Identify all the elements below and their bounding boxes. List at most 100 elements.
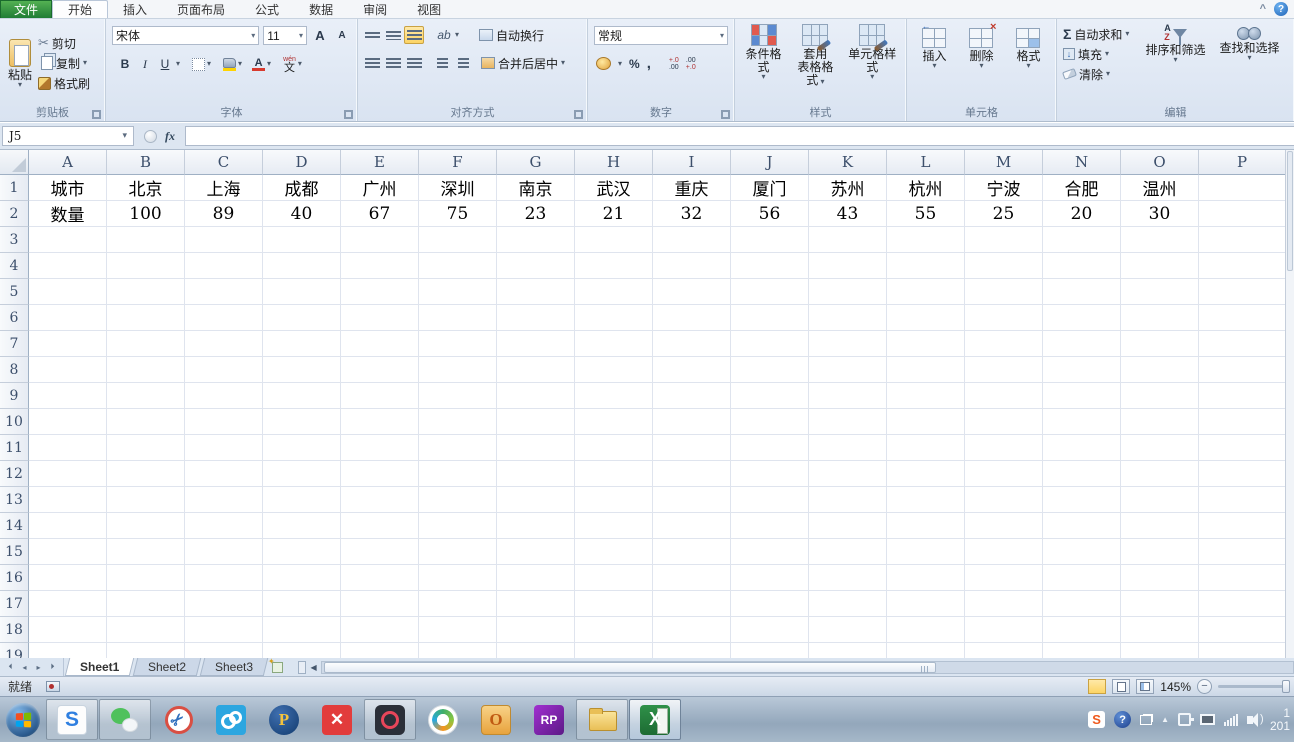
cell-K17[interactable] bbox=[809, 591, 887, 617]
cell-F14[interactable] bbox=[419, 513, 497, 539]
axure-rp-taskbar-button[interactable]: RP bbox=[523, 699, 575, 740]
cell-O3[interactable] bbox=[1121, 227, 1199, 253]
cell-H5[interactable] bbox=[575, 279, 653, 305]
cell-G16[interactable] bbox=[497, 565, 575, 591]
underline-caret-icon[interactable]: ▾ bbox=[176, 60, 180, 68]
column-header-J[interactable]: J bbox=[731, 150, 809, 175]
cell-J1[interactable]: 厦门 bbox=[731, 175, 809, 201]
cell-L11[interactable] bbox=[887, 435, 965, 461]
cell-L8[interactable] bbox=[887, 357, 965, 383]
cell-L2[interactable]: 55 bbox=[887, 201, 965, 227]
column-header-G[interactable]: G bbox=[497, 150, 575, 175]
fill-color-button[interactable] bbox=[223, 57, 237, 71]
row-header-2[interactable]: 2 bbox=[0, 201, 29, 227]
row-header-16[interactable]: 16 bbox=[0, 565, 29, 591]
clock[interactable]: 1 201 bbox=[1268, 707, 1290, 733]
cell-F17[interactable] bbox=[419, 591, 497, 617]
cell-N13[interactable] bbox=[1043, 487, 1121, 513]
cell-A16[interactable] bbox=[29, 565, 107, 591]
cell-L6[interactable] bbox=[887, 305, 965, 331]
cell-D6[interactable] bbox=[263, 305, 341, 331]
cell-E4[interactable] bbox=[341, 253, 419, 279]
cell-I1[interactable]: 重庆 bbox=[653, 175, 731, 201]
screenshot-tool-taskbar-button[interactable] bbox=[152, 699, 204, 740]
cell-K2[interactable]: 43 bbox=[809, 201, 887, 227]
insert-function-icon[interactable]: fx bbox=[165, 129, 175, 144]
cell-H18[interactable] bbox=[575, 617, 653, 643]
network-monitor-icon[interactable] bbox=[1200, 714, 1215, 725]
conditional-formatting-button[interactable]: 条件格式 ▾ bbox=[739, 22, 788, 82]
cell-P16[interactable] bbox=[1199, 565, 1286, 591]
cell-G6[interactable] bbox=[497, 305, 575, 331]
cell-E18[interactable] bbox=[341, 617, 419, 643]
cell-I8[interactable] bbox=[653, 357, 731, 383]
cell-J16[interactable] bbox=[731, 565, 809, 591]
cell-I11[interactable] bbox=[653, 435, 731, 461]
cell-M8[interactable] bbox=[965, 357, 1043, 383]
cell-J2[interactable]: 56 bbox=[731, 201, 809, 227]
cell-O1[interactable]: 温州 bbox=[1121, 175, 1199, 201]
cell-A1[interactable]: 城市 bbox=[29, 175, 107, 201]
cell-C11[interactable] bbox=[185, 435, 263, 461]
cell-C5[interactable] bbox=[185, 279, 263, 305]
cell-N10[interactable] bbox=[1043, 409, 1121, 435]
cell-H9[interactable] bbox=[575, 383, 653, 409]
powerdesigner-taskbar-button[interactable]: P bbox=[258, 699, 310, 740]
cell-C2[interactable]: 89 bbox=[185, 201, 263, 227]
screen-recorder-taskbar-button[interactable] bbox=[364, 699, 416, 740]
column-header-L[interactable]: L bbox=[887, 150, 965, 175]
cell-N12[interactable] bbox=[1043, 461, 1121, 487]
cell-P13[interactable] bbox=[1199, 487, 1286, 513]
cell-G9[interactable] bbox=[497, 383, 575, 409]
normal-view-button[interactable] bbox=[1088, 679, 1107, 694]
cell-D19[interactable] bbox=[263, 643, 341, 658]
cell-E12[interactable] bbox=[341, 461, 419, 487]
cell-H15[interactable] bbox=[575, 539, 653, 565]
cell-A6[interactable] bbox=[29, 305, 107, 331]
tab-splitter-handle[interactable] bbox=[298, 660, 307, 674]
cell-K13[interactable] bbox=[809, 487, 887, 513]
cell-H19[interactable] bbox=[575, 643, 653, 658]
cell-J5[interactable] bbox=[731, 279, 809, 305]
cell-O4[interactable] bbox=[1121, 253, 1199, 279]
cell-I10[interactable] bbox=[653, 409, 731, 435]
cell-P12[interactable] bbox=[1199, 461, 1286, 487]
cell-A4[interactable] bbox=[29, 253, 107, 279]
cell-B11[interactable] bbox=[107, 435, 185, 461]
column-header-A[interactable]: A bbox=[29, 150, 107, 175]
cell-M12[interactable] bbox=[965, 461, 1043, 487]
cell-B12[interactable] bbox=[107, 461, 185, 487]
ribbon-tab-开始[interactable]: 开始 bbox=[52, 0, 109, 18]
clear-button[interactable]: 清除 ▾ bbox=[1061, 64, 1131, 84]
cell-E19[interactable] bbox=[341, 643, 419, 658]
cell-E17[interactable] bbox=[341, 591, 419, 617]
cell-P7[interactable] bbox=[1199, 331, 1286, 357]
cell-A19[interactable] bbox=[29, 643, 107, 658]
sheet-nav-icon-3[interactable]: ⏵ bbox=[46, 662, 59, 672]
cell-D10[interactable] bbox=[263, 409, 341, 435]
cell-K18[interactable] bbox=[809, 617, 887, 643]
cell-L1[interactable]: 杭州 bbox=[887, 175, 965, 201]
cell-D7[interactable] bbox=[263, 331, 341, 357]
decrease-indent-button[interactable] bbox=[432, 54, 452, 72]
cell-A17[interactable] bbox=[29, 591, 107, 617]
cell-L18[interactable] bbox=[887, 617, 965, 643]
cell-B5[interactable] bbox=[107, 279, 185, 305]
cell-G10[interactable] bbox=[497, 409, 575, 435]
row-header-17[interactable]: 17 bbox=[0, 591, 29, 617]
ribbon-tab-页面布局[interactable]: 页面布局 bbox=[162, 0, 240, 18]
cell-J11[interactable] bbox=[731, 435, 809, 461]
cell-P17[interactable] bbox=[1199, 591, 1286, 617]
cell-K12[interactable] bbox=[809, 461, 887, 487]
row-header-11[interactable]: 11 bbox=[0, 435, 29, 461]
ribbon-tab-数据[interactable]: 数据 bbox=[294, 0, 348, 18]
cell-F15[interactable] bbox=[419, 539, 497, 565]
cell-M10[interactable] bbox=[965, 409, 1043, 435]
cell-A2[interactable]: 数量 bbox=[29, 201, 107, 227]
cell-O8[interactable] bbox=[1121, 357, 1199, 383]
column-header-B[interactable]: B bbox=[107, 150, 185, 175]
cell-I16[interactable] bbox=[653, 565, 731, 591]
hscroll-left-icon[interactable]: ◀ bbox=[306, 663, 320, 672]
zoom-level[interactable]: 145% bbox=[1160, 680, 1191, 694]
cell-B4[interactable] bbox=[107, 253, 185, 279]
